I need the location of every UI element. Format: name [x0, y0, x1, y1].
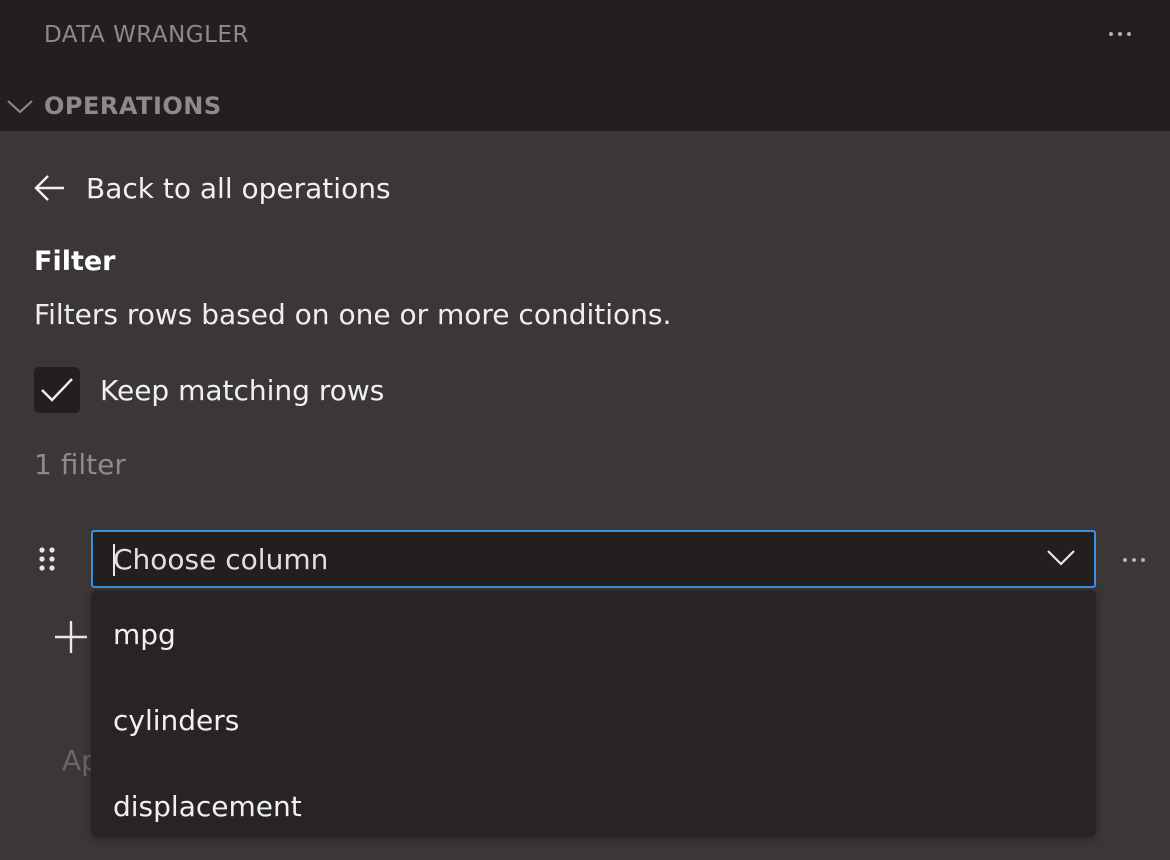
panel-more-actions-button[interactable] — [1100, 16, 1140, 52]
text-cursor — [113, 544, 115, 576]
column-option[interactable]: cylinders — [91, 680, 1096, 760]
operations-section-header[interactable]: OPERATIONS — [0, 84, 600, 128]
column-option-label: mpg — [113, 617, 176, 651]
ellipsis-icon — [1123, 558, 1145, 562]
column-options-dropdown: mpg cylinders displacement — [91, 590, 1096, 837]
column-option[interactable]: displacement — [91, 766, 1096, 846]
operation-title: Filter — [34, 246, 116, 277]
operation-description: Filters rows based on one or more condit… — [34, 298, 672, 331]
check-icon — [41, 378, 73, 402]
panel-header: DATA WRANGLER OPERATIONS — [0, 0, 1170, 131]
keep-matching-rows-label: Keep matching rows — [100, 373, 385, 407]
back-to-operations-link[interactable]: Back to all operations — [34, 166, 391, 210]
drag-handle-icon[interactable] — [36, 544, 60, 578]
choose-column-input[interactable] — [113, 532, 1013, 586]
back-link-label: Back to all operations — [86, 171, 391, 205]
keep-matching-rows-checkbox[interactable] — [34, 367, 80, 413]
column-option-label: cylinders — [113, 703, 240, 737]
ellipsis-icon — [1109, 32, 1131, 36]
plus-icon[interactable] — [52, 618, 90, 656]
app-title: DATA WRANGLER — [44, 22, 249, 48]
filter-row-more-button[interactable] — [1112, 540, 1156, 580]
keep-matching-rows-option: Keep matching rows — [34, 367, 384, 413]
column-option-label: displacement — [113, 789, 302, 823]
choose-column-combobox[interactable] — [91, 530, 1096, 588]
chevron-down-icon[interactable] — [1046, 546, 1076, 568]
arrow-left-icon — [34, 175, 64, 201]
chevron-down-icon — [0, 84, 40, 128]
column-option[interactable]: mpg — [91, 594, 1096, 674]
filter-count: 1 filter — [34, 448, 126, 481]
operations-section-title: OPERATIONS — [44, 92, 222, 120]
